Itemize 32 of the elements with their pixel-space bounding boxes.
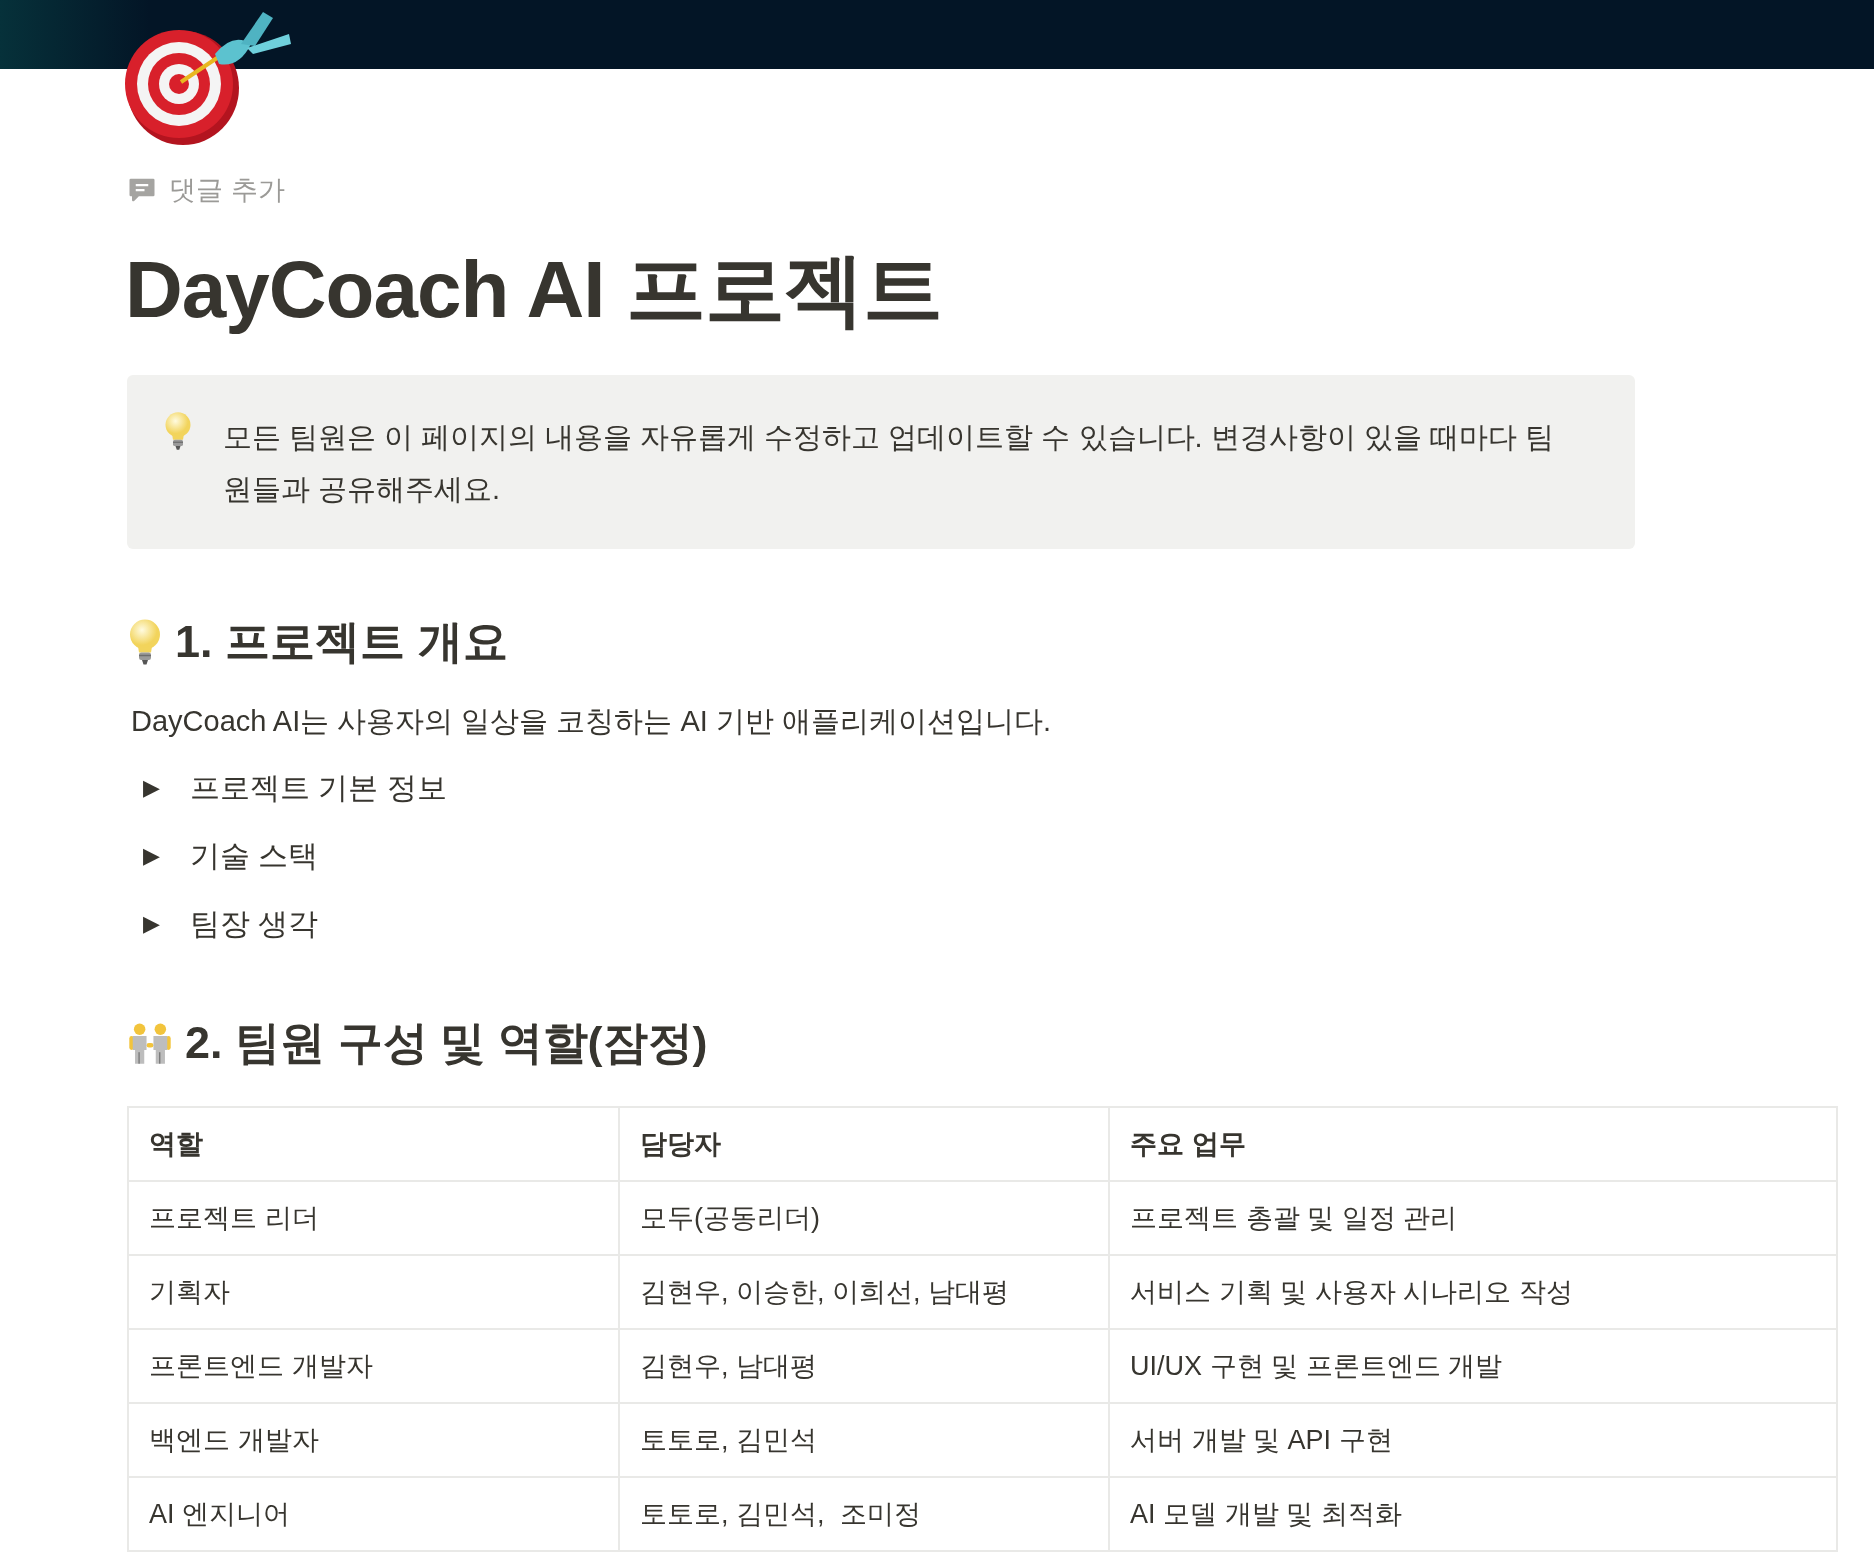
column-header: 담당자 [619,1107,1109,1181]
table-cell: 백엔드 개발자 [128,1403,619,1477]
two-people-icon [127,1020,173,1066]
lightbulb-icon [163,411,193,451]
table-cell: 김현우, 남대평 [619,1329,1109,1403]
page-title: DayCoach AI 프로젝트 [125,244,943,336]
toggle-arrow[interactable]: ▶ [143,843,160,869]
toggle-arrow[interactable]: ▶ [143,775,160,801]
table-cell: AI 모델 개발 및 최적화 [1109,1477,1837,1551]
table-cell: 기획자 [128,1255,619,1329]
column-header: 주요 업무 [1109,1107,1837,1181]
table-cell: 토토로, 김민석 [619,1403,1109,1477]
callout-text: 모든 팀원은 이 페이지의 내용을 자유롭게 수정하고 업데이트할 수 있습니다. 변경사항이 있을 때마다 팀원들과 공유해주세요. [223,420,1555,507]
table-cell: UI/UX 구현 및 프론트엔드 개발 [1109,1329,1837,1403]
toggle-label[interactable]: 프로젝트 기본 정보 [190,767,447,809]
lightbulb-icon [127,618,163,666]
paragraph: DayCoach AI는 사용자의 일상을 코칭하는 AI 기반 애플리케이션입니다. [131,704,1053,739]
section-heading: 1. 프로젝트 개요 [175,615,508,669]
toggle-label[interactable]: 팀장 생각 [190,903,319,945]
table-cell: AI 엔지니어 [128,1477,619,1551]
column-header: 역할 [128,1107,619,1181]
table-cell: 토토로, 김민석, 조미정 [619,1477,1109,1551]
table-cell: 프로젝트 총괄 및 일정 관리 [1109,1181,1837,1255]
table-cell: 서비스 기획 및 사용자 시나리오 작성 [1109,1255,1837,1329]
section-heading: 2. 팀원 구성 및 역할(잠정) [185,1016,708,1070]
toggle-label[interactable]: 기술 스택 [190,835,319,877]
toggle-arrow[interactable]: ▶ [143,911,160,937]
table-cell: 프론트엔드 개발자 [128,1329,619,1403]
table-cell: 서버 개발 및 API 구현 [1109,1403,1837,1477]
table-cell: 김현우, 이승한, 이희선, 남대평 [619,1255,1109,1329]
table-cell: 프로젝트 리더 [128,1181,619,1255]
table-cell: 모두(공동리더) [619,1181,1109,1255]
